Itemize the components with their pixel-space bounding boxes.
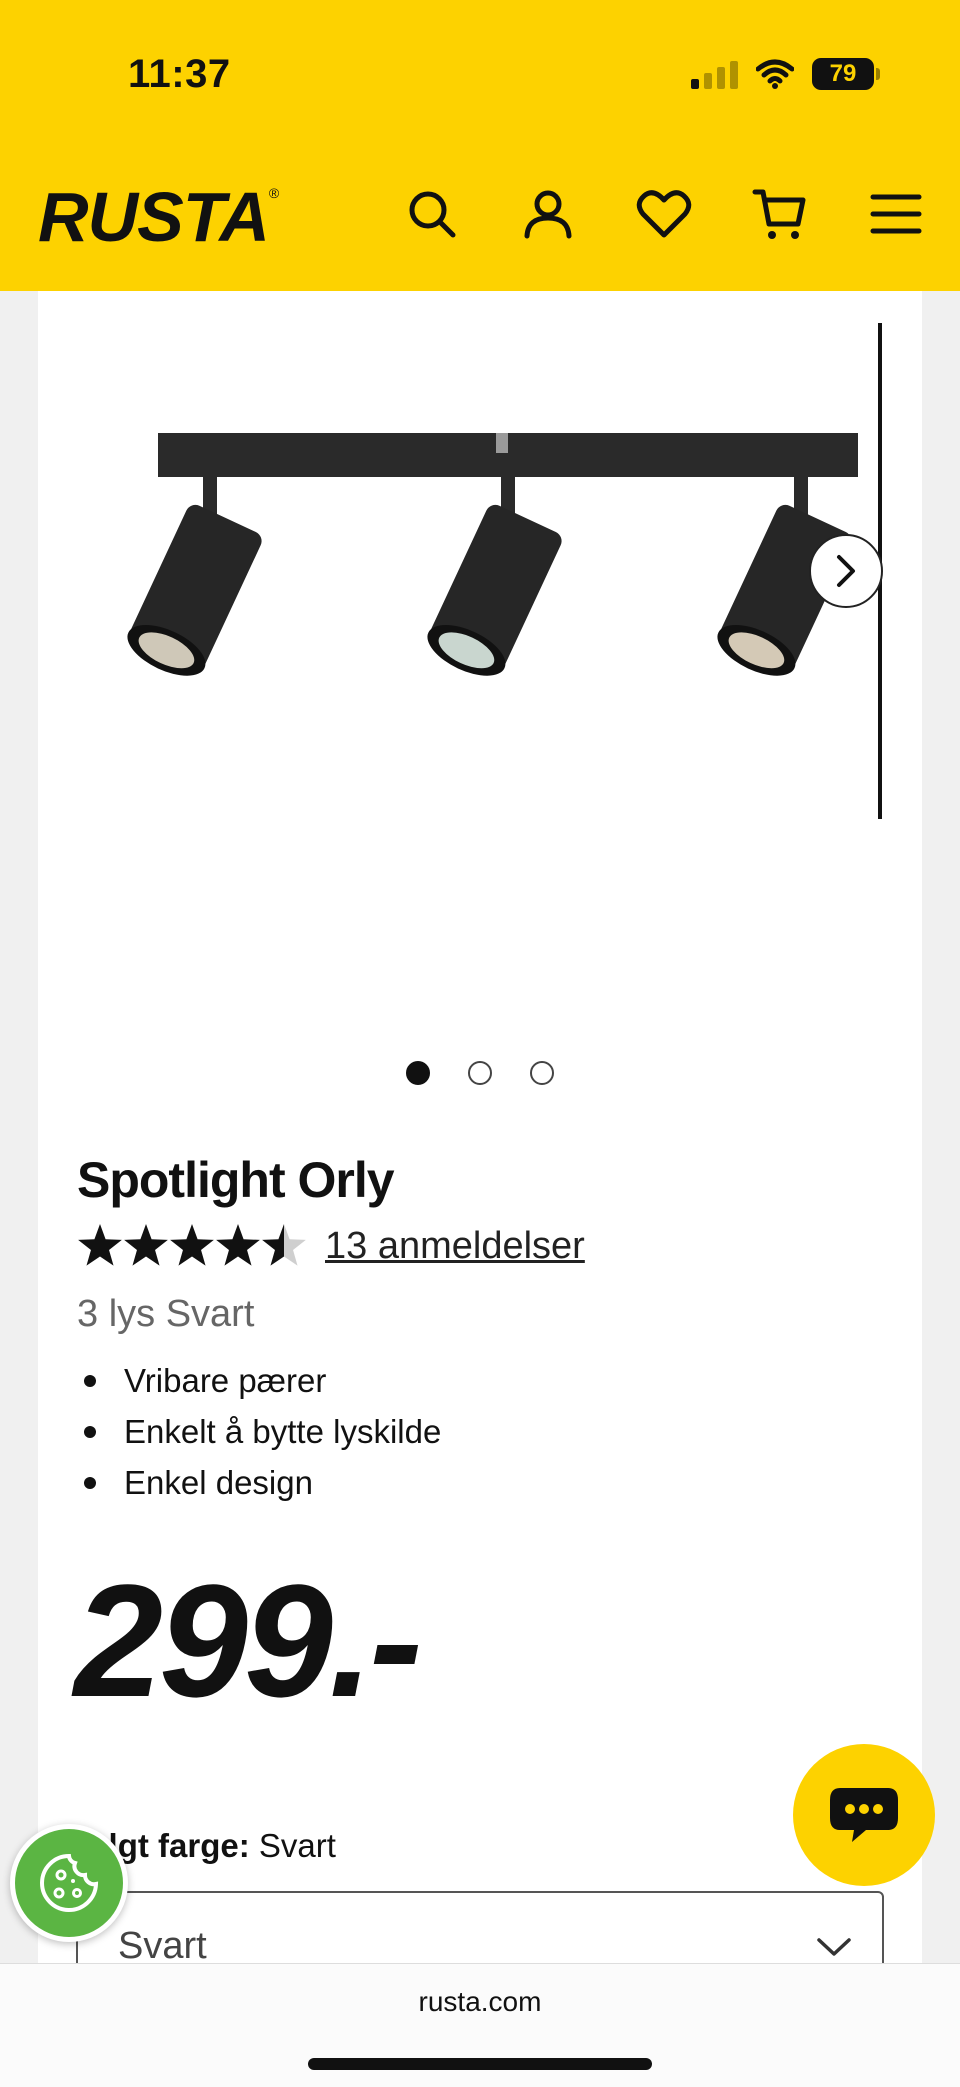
wifi-icon [756, 59, 794, 89]
chat-icon [830, 1788, 898, 1842]
rusta-logo[interactable]: RUSTA® [38, 182, 279, 252]
color-select-value: Svart [118, 1925, 207, 1967]
gallery-dot[interactable] [406, 1061, 430, 1085]
cellular-signal-icon [691, 59, 738, 89]
chat-button[interactable] [793, 1744, 935, 1886]
cart-icon[interactable] [752, 186, 808, 242]
rating-row: 13 anmeldelser [77, 1223, 585, 1269]
home-indicator[interactable] [308, 2058, 652, 2070]
gallery-dots [38, 1061, 922, 1085]
heart-icon[interactable] [636, 186, 692, 242]
gallery-dot[interactable] [468, 1061, 492, 1085]
star-icon [170, 1224, 214, 1266]
product-image [127, 433, 858, 676]
status-time: 11:37 [128, 52, 231, 96]
browser-bar: rusta.com [0, 1963, 960, 2087]
star-icon [124, 1224, 168, 1266]
star-icon [78, 1224, 122, 1266]
product-title: Spotlight Orly [77, 1152, 395, 1208]
site-header: 11:37 79 RUSTA® [0, 0, 960, 291]
list-item: Enkel design [77, 1457, 441, 1508]
cookie-settings-button[interactable] [10, 1824, 128, 1942]
product-gallery[interactable] [38, 291, 922, 1071]
chevron-down-icon [817, 1938, 851, 1956]
search-icon[interactable] [404, 186, 460, 242]
feature-list: Vribare pærer Enkelt å bytte lyskilde En… [77, 1355, 441, 1508]
account-icon[interactable] [520, 186, 576, 242]
url-bar[interactable]: rusta.com [0, 1986, 960, 2018]
product-card: Spotlight Orly 13 anmeldelser 3 lys Svar… [38, 291, 922, 1991]
cookie-icon [40, 1853, 99, 1912]
reviews-link[interactable]: 13 anmeldelser [325, 1225, 585, 1268]
star-icon [216, 1224, 260, 1266]
menu-icon[interactable] [868, 186, 924, 242]
chevron-right-icon [837, 555, 855, 587]
product-variant: 3 lys Svart [77, 1293, 255, 1335]
star-icon [262, 1224, 306, 1266]
gallery-dot[interactable] [530, 1061, 554, 1085]
header-nav [404, 186, 924, 242]
status-icons: 79 [691, 58, 880, 90]
list-item: Vribare pærer [77, 1355, 441, 1406]
star-rating [78, 1224, 306, 1266]
list-item: Enkelt å bytte lyskilde [77, 1406, 441, 1457]
battery-icon: 79 [812, 58, 880, 90]
product-price: 299.- [74, 1551, 423, 1730]
gallery-next-button[interactable] [809, 534, 883, 608]
selected-color-value: Svart [258, 1827, 336, 1864]
